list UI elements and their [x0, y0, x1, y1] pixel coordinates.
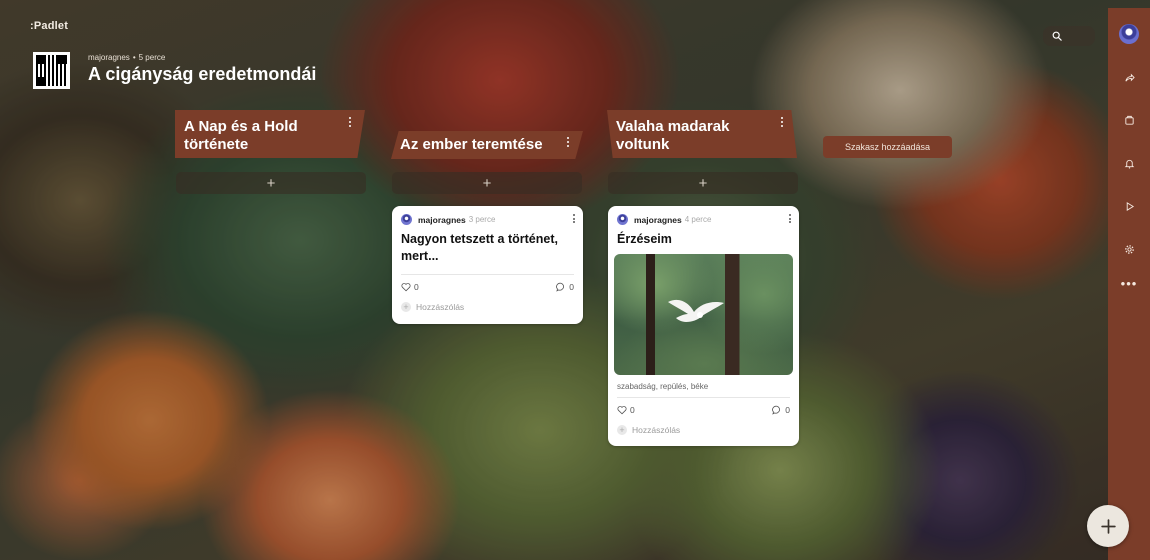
qr-code-icon[interactable]	[33, 52, 70, 89]
comment-count: 0	[785, 405, 790, 415]
heart-icon	[617, 406, 627, 415]
add-comment-icon: +	[617, 425, 627, 435]
section-header-madarak[interactable]: Valaha madarak voltunk	[607, 110, 797, 158]
section-header-nap-hold[interactable]: A Nap és a Hold története	[175, 110, 365, 158]
add-post-button-madarak[interactable]: +	[608, 172, 798, 194]
add-post-button-ember[interactable]: +	[392, 172, 582, 194]
comment-placeholder: Hozzászólás	[416, 302, 465, 312]
add-comment[interactable]: + Hozzászólás	[392, 299, 583, 315]
post-author[interactable]: majoragnes	[418, 215, 466, 225]
comment-icon	[772, 405, 781, 415]
dove-photo[interactable]	[614, 254, 793, 375]
add-comment-icon: +	[401, 302, 411, 312]
post-card[interactable]: majoragnes 3 perce Nagyon tetszett a tör…	[392, 206, 583, 324]
dove-image	[668, 299, 724, 322]
like-count: 0	[414, 282, 419, 292]
comment-icon	[556, 282, 565, 292]
section-menu-icon[interactable]	[566, 136, 569, 148]
section-title: A Nap és a Hold története	[184, 118, 298, 153]
section-menu-icon[interactable]	[780, 116, 783, 128]
add-post-fab[interactable]	[1087, 505, 1129, 547]
play-icon[interactable]	[1119, 196, 1139, 216]
add-post-button-nap-hold[interactable]: +	[176, 172, 366, 194]
post-time: 4 perce	[684, 215, 712, 224]
heart-icon	[401, 283, 411, 292]
search-button[interactable]	[1043, 26, 1095, 46]
post-menu-icon[interactable]	[789, 214, 791, 225]
settings-icon[interactable]	[1119, 239, 1139, 259]
post-title: Nagyon tetszett a történet, mert...	[401, 232, 558, 263]
like-button[interactable]: 0	[617, 405, 635, 415]
board-author: majoragnes	[88, 53, 130, 62]
padlet-logo[interactable]: :Padlet	[30, 20, 68, 32]
avatar[interactable]	[401, 214, 412, 225]
section-menu-icon[interactable]	[348, 116, 351, 128]
post-tags: szabadság, repülés, béke	[617, 382, 709, 391]
section-header-ember[interactable]: Az ember teremtése	[391, 131, 583, 159]
share-icon[interactable]	[1119, 67, 1139, 87]
comment-count: 0	[569, 282, 574, 292]
like-button[interactable]: 0	[401, 282, 419, 292]
bell-icon[interactable]	[1119, 153, 1139, 173]
comment-count-button[interactable]: 0	[556, 282, 574, 292]
post-stats: 0 0	[608, 398, 799, 422]
board-time: 5 perce	[138, 53, 166, 62]
board-title: A cigányság eredetmondái	[88, 64, 317, 84]
post-author[interactable]: majoragnes	[634, 215, 682, 225]
comment-placeholder: Hozzászólás	[632, 425, 681, 435]
avatar[interactable]	[1119, 24, 1139, 44]
more-icon[interactable]: •••	[1121, 277, 1138, 290]
meta-separator: •	[132, 53, 136, 62]
post-title: Érzéseim	[617, 232, 672, 246]
plus-icon	[1100, 518, 1116, 534]
section-title: Valaha madarak voltunk	[616, 118, 730, 153]
section-title: Az ember teremtése	[400, 136, 543, 153]
post-stats: 0 0	[392, 275, 583, 299]
post-time: 3 perce	[468, 215, 496, 224]
like-count: 0	[630, 405, 635, 415]
post-menu-icon[interactable]	[573, 214, 575, 225]
comment-count-button[interactable]: 0	[772, 405, 790, 415]
avatar[interactable]	[617, 214, 628, 225]
search-icon	[1052, 31, 1062, 41]
add-comment[interactable]: + Hozzászólás	[608, 422, 799, 438]
post-card[interactable]: majoragnes 4 perce Érzéseim szabadság, r…	[608, 206, 799, 446]
right-sidebar: •••	[1108, 8, 1150, 560]
post-header: majoragnes 4 perce	[608, 206, 799, 226]
add-section-button[interactable]: Szakasz hozzáadása	[823, 136, 952, 158]
remake-icon[interactable]	[1119, 110, 1139, 130]
post-header: majoragnes 3 perce	[392, 206, 583, 226]
board-meta: majoragnes • 5 perce	[88, 53, 165, 62]
